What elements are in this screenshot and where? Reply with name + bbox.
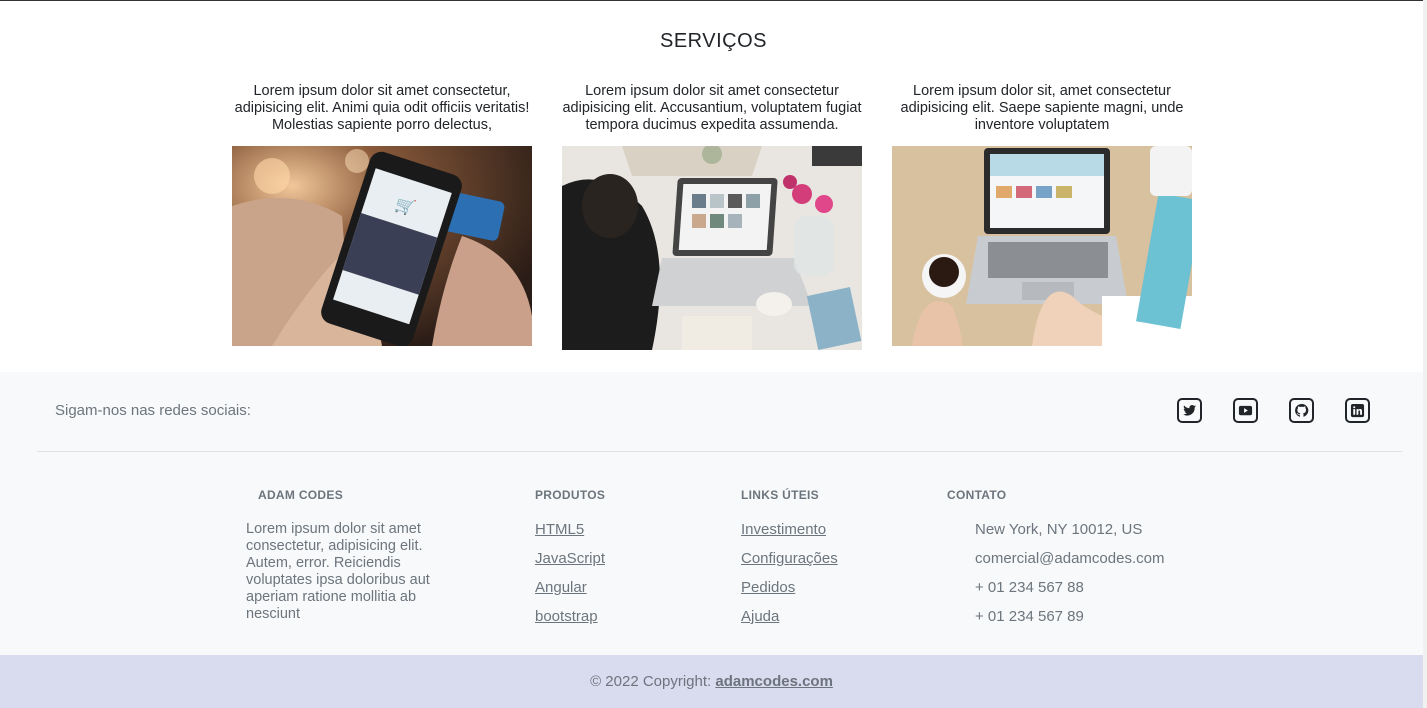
footer-products-title: PRODUTOS xyxy=(535,488,606,502)
footer-link-ajuda[interactable]: Ajuda xyxy=(741,608,779,625)
twitter-icon[interactable] xyxy=(1177,398,1202,423)
footer-link-javascript[interactable]: JavaScript xyxy=(535,550,605,567)
service-card-text: Lorem ipsum dolor sit amet consectetur, … xyxy=(234,83,530,133)
footer-about-title: ADAM CODES xyxy=(258,488,344,502)
footer-link-html5[interactable]: HTML5 xyxy=(535,521,584,538)
services-title: SERVIÇOS xyxy=(660,30,767,52)
top-border xyxy=(0,0,1427,1)
footer-link-pedidos[interactable]: Pedidos xyxy=(741,579,795,596)
footer-contact-list: New York, NY 10012, US comercial@adamcod… xyxy=(975,521,1164,637)
copyright-link[interactable]: adamcodes.com xyxy=(715,673,833,690)
copyright-bar: © 2022 Copyright: adamcodes.com xyxy=(0,655,1423,708)
service-card-ecommerce: Lorem ipsum dolor sit amet consectetur, … xyxy=(227,83,537,141)
footer-contact-title: CONTATO xyxy=(947,488,1007,502)
linkedin-icon[interactable] xyxy=(1345,398,1370,423)
social-label: Sigam-nos nas redes sociais: xyxy=(55,402,251,419)
footer-useful-list: Investimento Configurações Pedidos Ajuda xyxy=(741,521,838,637)
footer-about-text: Lorem ipsum dolor sit amet consectetur, … xyxy=(246,521,430,622)
contact-phone-1: + 01 234 567 88 xyxy=(975,579,1084,596)
service-card-design: Lorem ipsum dolor sit amet consectetur a… xyxy=(557,83,867,141)
service-card-text: Lorem ipsum dolor sit amet consectetur a… xyxy=(562,83,862,133)
copyright-text: © 2022 Copyright: xyxy=(590,673,716,690)
footer-link-angular[interactable]: Angular xyxy=(535,579,587,596)
service-card-web: Lorem ipsum dolor sit, amet consectetur … xyxy=(887,83,1197,141)
footer-main: ADAM CODES Lorem ipsum dolor sit amet co… xyxy=(0,452,1423,655)
footer-useful-title: LINKS ÚTEIS xyxy=(741,488,819,502)
youtube-icon[interactable] xyxy=(1233,398,1258,423)
social-bar: Sigam-nos nas redes sociais: xyxy=(0,372,1423,452)
service-image-laptop-desk xyxy=(892,146,1192,346)
github-icon[interactable] xyxy=(1289,398,1314,423)
footer-link-configuracoes[interactable]: Configurações xyxy=(741,550,838,567)
footer-products-list: HTML5 JavaScript Angular bootstrap xyxy=(535,521,605,637)
footer-link-bootstrap[interactable]: bootstrap xyxy=(535,608,598,625)
scrollbar-track[interactable] xyxy=(1423,0,1427,708)
service-image-design-desk xyxy=(562,146,862,350)
footer-link-investimento[interactable]: Investimento xyxy=(741,521,826,538)
contact-phone-2: + 01 234 567 89 xyxy=(975,608,1084,625)
service-card-text: Lorem ipsum dolor sit, amet consectetur … xyxy=(900,83,1184,133)
contact-address: New York, NY 10012, US xyxy=(975,521,1143,538)
contact-email: comercial@adamcodes.com xyxy=(975,550,1165,567)
service-image-phone-shopping: 🛒 xyxy=(232,146,532,346)
